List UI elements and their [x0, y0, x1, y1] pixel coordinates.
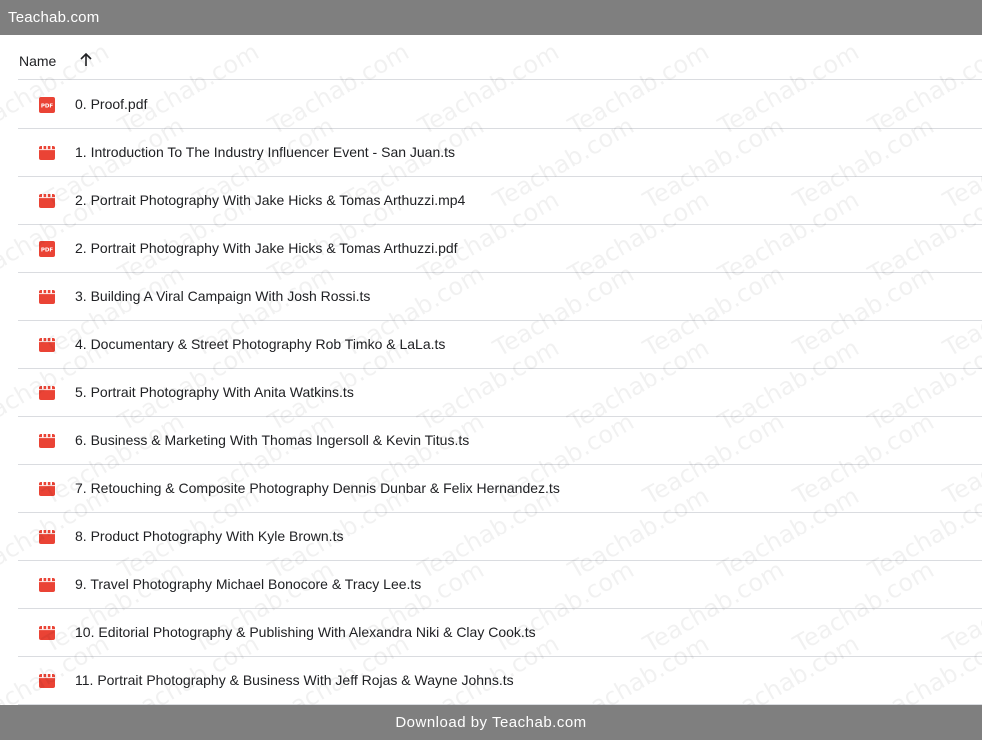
pdf-file-icon: PDF: [39, 241, 55, 257]
video-file-icon: [39, 193, 55, 209]
video-file-icon: [39, 145, 55, 161]
footer-text: Download by Teachab.com: [395, 714, 587, 731]
video-file-icon: [39, 673, 55, 689]
pdf-file-icon: PDF: [39, 97, 55, 113]
file-name: 2. Portrait Photography With Jake Hicks …: [75, 192, 466, 208]
file-row[interactable]: 8. Product Photography With Kyle Brown.t…: [18, 513, 982, 561]
file-row[interactable]: 9. Travel Photography Michael Bonocore &…: [18, 561, 982, 609]
file-name: 2. Portrait Photography With Jake Hicks …: [75, 240, 458, 256]
file-row[interactable]: PDF 0. Proof.pdf: [18, 81, 982, 129]
arrow-up-icon[interactable]: [79, 52, 93, 68]
file-row[interactable]: 5. Portrait Photography With Anita Watki…: [18, 369, 982, 417]
file-name: 0. Proof.pdf: [75, 96, 148, 112]
file-row[interactable]: 4. Documentary & Street Photography Rob …: [18, 321, 982, 369]
page: Teachab.com Name PDF 0. Proof.pdf 1. Intro…: [0, 0, 982, 740]
file-name: 11. Portrait Photography & Business With…: [75, 672, 514, 688]
svg-text:PDF: PDF: [41, 104, 54, 110]
file-name: 7. Retouching & Composite Photography De…: [75, 480, 560, 496]
video-file-icon: [39, 385, 55, 401]
file-name: 9. Travel Photography Michael Bonocore &…: [75, 576, 422, 592]
top-bar: Teachab.com: [0, 0, 982, 35]
file-row[interactable]: 3. Building A Viral Campaign With Josh R…: [18, 273, 982, 321]
list-header: Name: [18, 35, 982, 80]
footer-bar: Download by Teachab.com: [0, 705, 982, 740]
file-name: 5. Portrait Photography With Anita Watki…: [75, 384, 354, 400]
video-file-icon: [39, 577, 55, 593]
file-row[interactable]: 10. Editorial Photography & Publishing W…: [18, 609, 982, 657]
video-file-icon: [39, 481, 55, 497]
video-file-icon: [39, 433, 55, 449]
file-row[interactable]: 2. Portrait Photography With Jake Hicks …: [18, 177, 982, 225]
file-name: 1. Introduction To The Industry Influenc…: [75, 144, 456, 160]
file-name: 4. Documentary & Street Photography Rob …: [75, 336, 446, 352]
file-name: 10. Editorial Photography & Publishing W…: [75, 624, 536, 640]
file-name: 6. Business & Marketing With Thomas Inge…: [75, 432, 470, 448]
svg-text:PDF: PDF: [41, 248, 54, 254]
name-column-header[interactable]: Name: [19, 53, 56, 69]
file-row[interactable]: PDF 2. Portrait Photography With Jake Hic…: [18, 225, 982, 273]
file-row[interactable]: 6. Business & Marketing With Thomas Inge…: [18, 417, 982, 465]
site-title: Teachab.com: [8, 9, 100, 26]
file-name: 8. Product Photography With Kyle Brown.t…: [75, 528, 344, 544]
file-list: PDF 0. Proof.pdf 1. Introduction To The In…: [18, 81, 982, 705]
video-file-icon: [39, 337, 55, 353]
video-file-icon: [39, 529, 55, 545]
video-file-icon: [39, 289, 55, 305]
file-row[interactable]: 11. Portrait Photography & Business With…: [18, 657, 982, 705]
video-file-icon: [39, 625, 55, 641]
file-row[interactable]: 1. Introduction To The Industry Influenc…: [18, 129, 982, 177]
file-name: 3. Building A Viral Campaign With Josh R…: [75, 288, 371, 304]
file-row[interactable]: 7. Retouching & Composite Photography De…: [18, 465, 982, 513]
